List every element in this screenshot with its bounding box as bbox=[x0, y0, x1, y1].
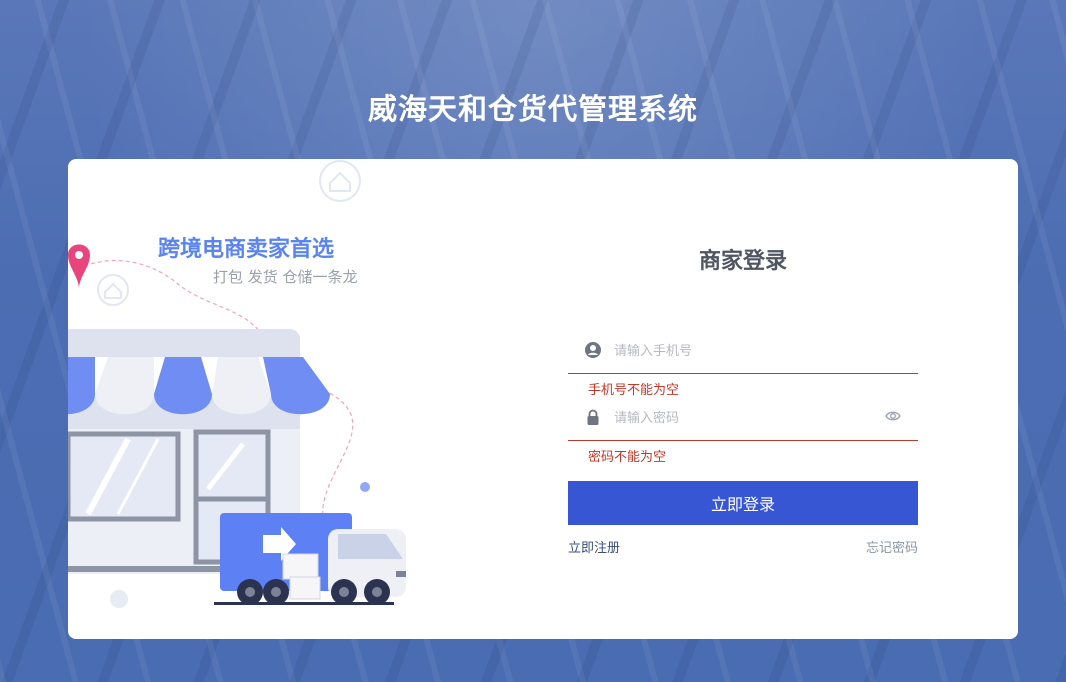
user-circle-icon bbox=[585, 342, 601, 358]
promo-title: 跨境电商卖家首选 bbox=[158, 237, 335, 262]
map-pin-icon bbox=[68, 244, 90, 289]
home-icon bbox=[97, 274, 129, 306]
phone-input[interactable] bbox=[612, 337, 876, 365]
home-icon bbox=[319, 160, 361, 202]
system-title: 威海天和仓货代管理系统 bbox=[367, 92, 698, 126]
phone-field[interactable] bbox=[568, 327, 918, 374]
forgot-password-link[interactable]: 忘记密码 bbox=[866, 537, 918, 556]
login-card: 跨境电商卖家首选 打包 发货 仓储一条龙 商家登录 手机号不能为空 密码不 bbox=[68, 159, 1018, 639]
register-link[interactable]: 立即注册 bbox=[568, 537, 620, 556]
password-input[interactable] bbox=[612, 404, 876, 432]
delivery-truck bbox=[214, 513, 406, 605]
eye-icon[interactable] bbox=[885, 410, 901, 422]
password-field[interactable] bbox=[568, 394, 918, 441]
promo-subtitle: 打包 发货 仓储一条龙 bbox=[213, 268, 358, 286]
password-error: 密码不能为空 bbox=[588, 450, 667, 465]
lock-icon bbox=[587, 409, 599, 425]
login-page: 威海天和仓货代管理系统 跨境电商卖家首选 打包 发货 仓储一条龙 商家登录 请输… bbox=[0, 0, 1066, 682]
login-title: 商家登录 bbox=[698, 249, 787, 274]
login-button[interactable]: 立即登录 bbox=[568, 481, 918, 525]
